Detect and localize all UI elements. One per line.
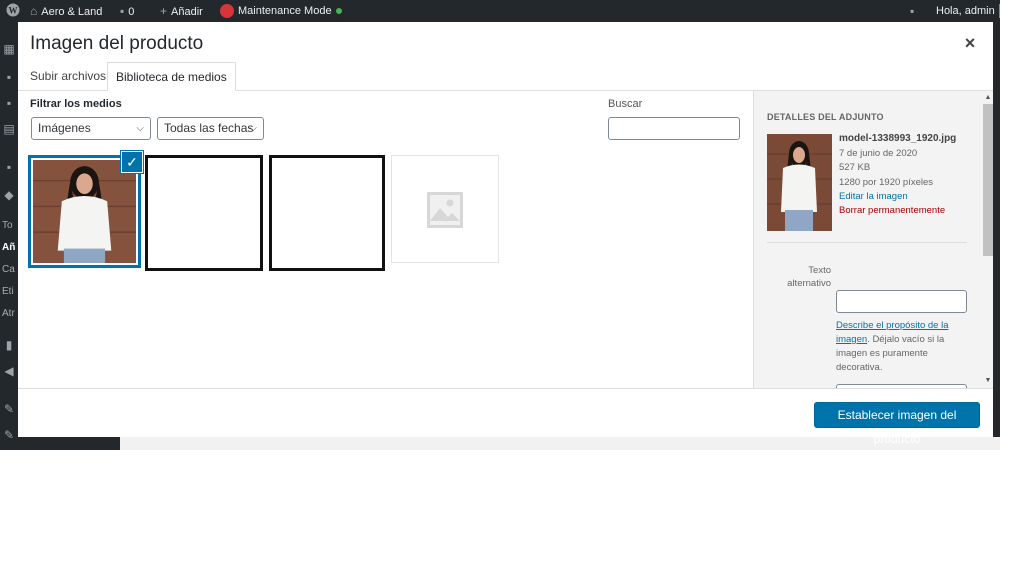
edit-image-link[interactable]: Editar la imagen — [839, 191, 908, 202]
search-label: Buscar — [608, 98, 643, 110]
site-name-link[interactable]: ⌂ Aero & Land — [30, 0, 102, 22]
attachment-dimensions: 1280 por 1920 píxeles — [839, 177, 934, 188]
details-heading: DETALLES DEL ADJUNTO — [767, 112, 884, 122]
dashboard-icon[interactable]: ▦ — [2, 42, 16, 56]
comments-icon[interactable]: ▪ — [2, 96, 16, 110]
admin-bar: W ⌂ Aero & Land ▪ 0 + Añadir Maintenance Mo… — [0, 0, 1000, 22]
attachment-selected[interactable]: ✓ — [28, 151, 143, 268]
marketing-icon[interactable]: ◀ — [2, 364, 16, 378]
modal-title: Imagen del producto — [30, 33, 204, 54]
posts-icon[interactable]: ▪ — [2, 70, 16, 84]
checkmark-icon[interactable]: ✓ — [121, 151, 143, 173]
page-background — [120, 437, 1000, 450]
modal-footer: Establecer imagen del producto — [18, 388, 993, 446]
detail-thumbnail — [767, 134, 832, 231]
scrollbar-thumb[interactable] — [983, 104, 993, 256]
pages-icon[interactable]: ▤ — [2, 122, 16, 136]
maintenance-mode-link[interactable]: Maintenance Mode — [220, 0, 342, 22]
products-icon[interactable]: ◆ — [2, 188, 16, 202]
alt-text-label: Texto alternativo — [787, 265, 831, 289]
wordpress-logo-icon[interactable]: W — [6, 0, 20, 22]
svg-text:W: W — [9, 6, 18, 16]
image-placeholder-icon — [427, 192, 463, 228]
modal-tabs: Subir archivos Biblioteca de medios — [18, 62, 993, 91]
attachment-placeholder[interactable] — [391, 155, 499, 263]
delete-permanently-link[interactable]: Borrar permanentemente — [839, 205, 945, 216]
page-background-dark — [18, 437, 120, 450]
settings-icon[interactable]: ✎ — [2, 428, 16, 442]
attachment-details-panel: DETALLES DEL ADJUNTO model-1338993_1920.… — [753, 91, 993, 389]
alt-text-help: Describe el propósito de la imagen. Déja… — [836, 320, 949, 373]
attachment-blank[interactable] — [145, 155, 263, 271]
media-modal: Imagen del producto × Subir archivos Bib… — [18, 22, 993, 446]
avatar — [998, 4, 1000, 19]
notification-icon[interactable]: ▪ — [910, 0, 918, 22]
chevron-down-icon: ⌵ — [136, 123, 144, 134]
tab-media-library[interactable]: Biblioteca de medios — [107, 62, 236, 91]
scroll-down-icon[interactable]: ▼ — [983, 376, 993, 386]
close-button[interactable]: × — [959, 32, 981, 54]
divider — [767, 242, 967, 243]
media-type-select[interactable]: Imágenes ⌵ — [31, 117, 151, 140]
maintenance-logo-icon — [220, 4, 234, 19]
sidebar-fragment[interactable]: Ca — [2, 264, 15, 275]
model-photo-thumbnail — [33, 160, 136, 263]
attachment-blank[interactable] — [269, 155, 385, 271]
search-input[interactable] — [608, 117, 740, 140]
add-new-link[interactable]: + Añadir — [160, 0, 203, 22]
comments-link[interactable]: ▪ 0 — [120, 0, 134, 22]
sidebar-fragment[interactable]: Eti — [2, 286, 14, 297]
scroll-up-icon[interactable]: ▲ — [983, 93, 993, 103]
sidebar-fragment[interactable]: Atr — [2, 308, 15, 319]
screen: W ⌂ Aero & Land ▪ 0 + Añadir Maintenance Mo… — [0, 0, 1000, 450]
plus-icon: + — [160, 4, 168, 18]
chevron-down-icon: ⌵ — [249, 123, 257, 134]
date-filter-select[interactable]: Todas las fechas ⌵ — [157, 117, 264, 140]
tab-upload-files[interactable]: Subir archivos — [22, 62, 114, 91]
sidebar-fragment[interactable]: To — [2, 220, 13, 231]
comment-bubble-icon: ▪ — [120, 4, 125, 18]
analytics-icon[interactable]: ▮ — [2, 338, 16, 352]
sidebar-fragment[interactable]: Añ — [2, 242, 15, 253]
home-icon: ⌂ — [30, 4, 38, 18]
account-menu[interactable]: Hola, admin — [936, 0, 1000, 22]
attachment-size: 527 KB — [839, 162, 871, 173]
status-dot-icon — [335, 8, 342, 15]
tools-icon[interactable]: ✎ — [2, 402, 16, 416]
attachment-filename: model-1338993_1920.jpg — [839, 133, 957, 144]
woocommerce-icon[interactable]: ▪ — [2, 160, 16, 174]
attachment-date: 7 de junio de 2020 — [839, 148, 918, 159]
set-product-image-button[interactable]: Establecer imagen del producto — [814, 402, 980, 446]
admin-sidebar: ▦ ▪ ▪ ▤ ▪ ◆ To Añ Ca Eti Atr ▮ ◀ ✎ ✎ — [0, 22, 18, 450]
filter-label: Filtrar los medios — [30, 98, 122, 110]
alt-text-input[interactable] — [836, 290, 967, 313]
